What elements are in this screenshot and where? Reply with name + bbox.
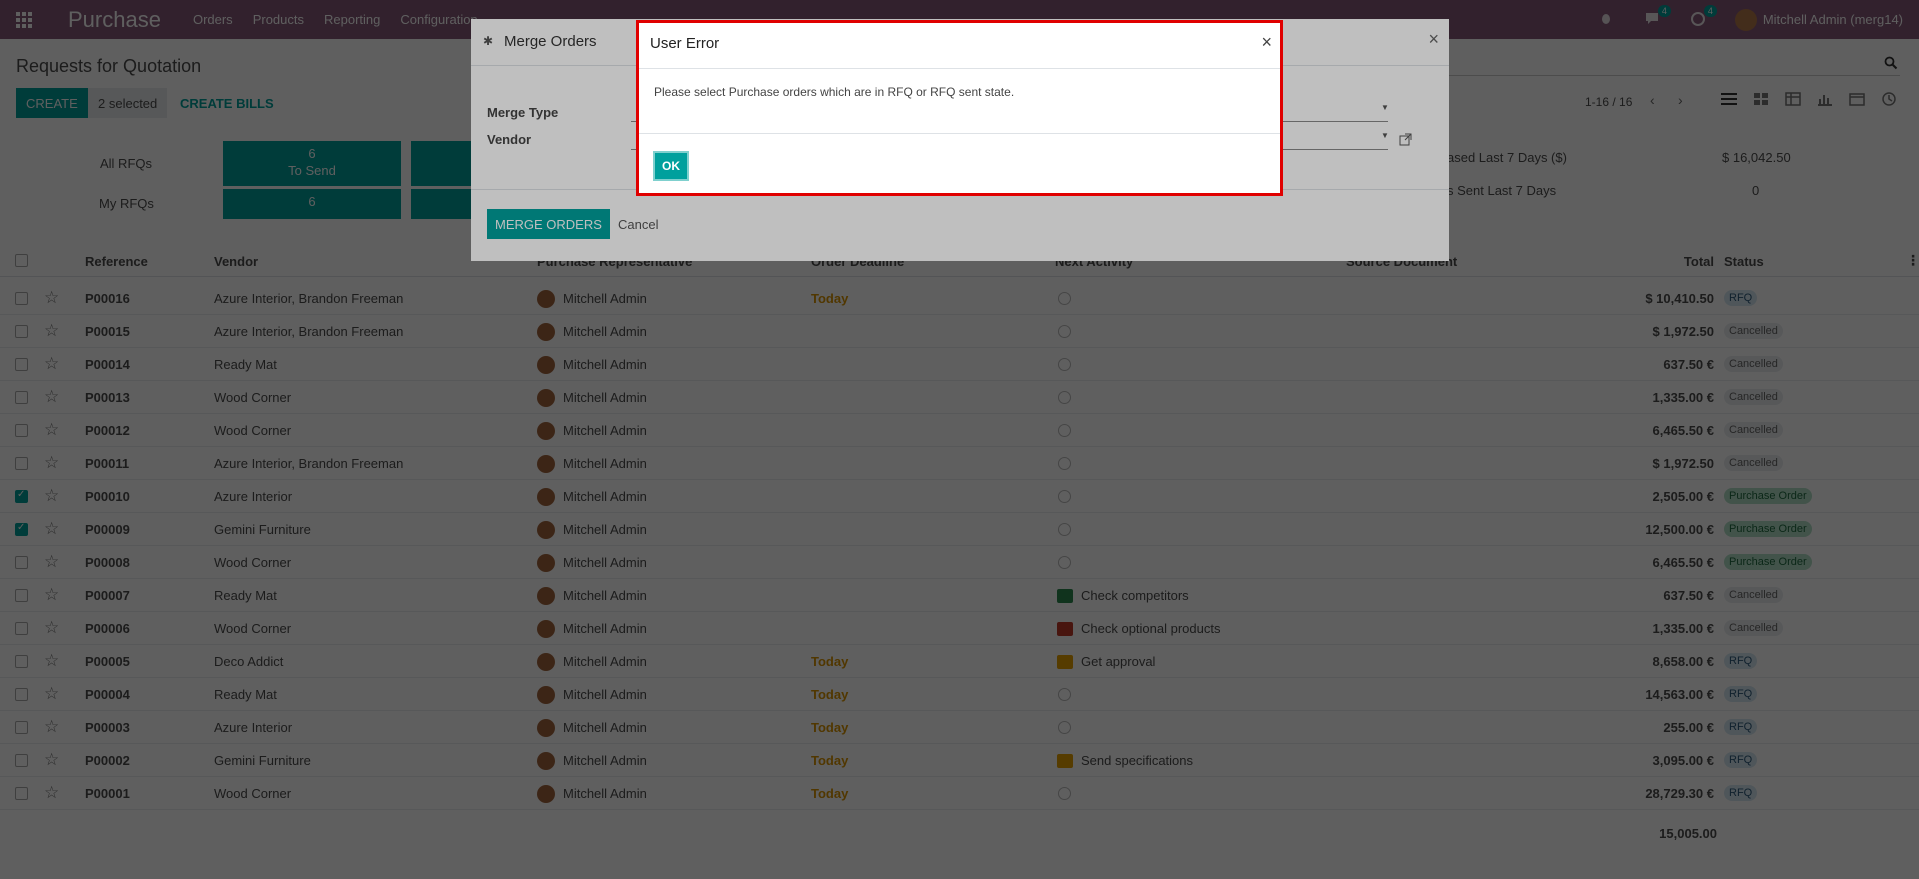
user-error-dialog: User Error × Please select Purchase orde… — [636, 20, 1283, 196]
close-icon[interactable]: × — [1261, 32, 1272, 53]
error-message: Please select Purchase orders which are … — [639, 69, 1280, 134]
ok-button[interactable]: OK — [653, 151, 689, 181]
error-dialog-header: User Error × — [639, 23, 1280, 69]
error-dialog-title: User Error — [650, 35, 720, 52]
